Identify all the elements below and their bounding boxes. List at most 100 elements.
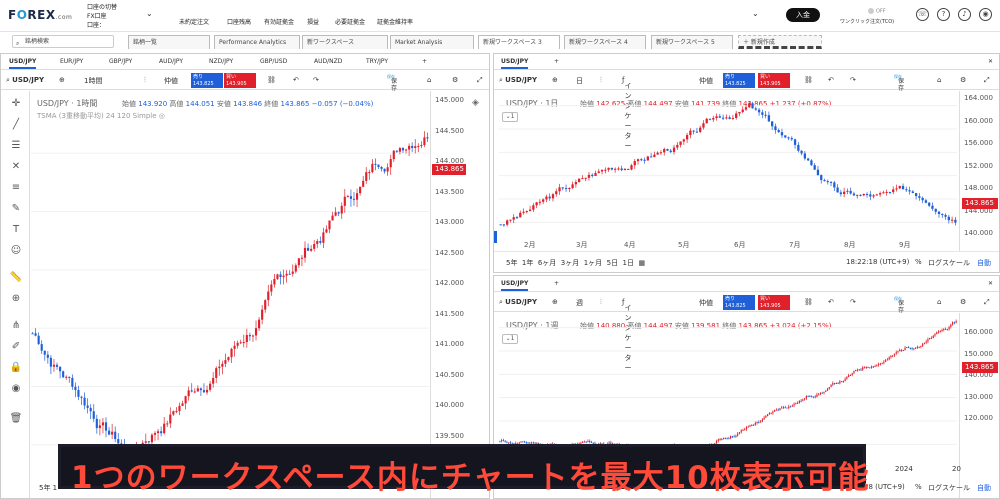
symbol-selector[interactable]: ⌕ USD/JPY <box>499 76 537 85</box>
ruler-icon[interactable]: 📏 <box>9 271 23 285</box>
link-icon[interactable]: ⛓ <box>804 76 813 84</box>
range-6m[interactable]: 6ヶ月 <box>538 259 556 267</box>
phone-icon[interactable]: ☏ <box>916 8 929 21</box>
pattern-icon[interactable]: ✕ <box>9 160 23 174</box>
log-scale-toggle[interactable]: ログスケール <box>928 258 970 268</box>
text-icon[interactable]: T <box>9 223 23 237</box>
range-1d[interactable]: 1日 <box>623 259 634 267</box>
daily-candles[interactable] <box>499 94 957 234</box>
range-1m[interactable]: 1ヶ月 <box>584 259 602 267</box>
layers-icon[interactable]: ◈ <box>472 98 479 108</box>
indicators-button[interactable]: ƒ インジケーター <box>622 76 631 150</box>
symbol-tab[interactable]: NZD/JPY <box>209 58 233 65</box>
lock-drawing-icon[interactable]: ✐ <box>9 340 23 354</box>
link-icon[interactable]: ⛓ <box>267 76 276 84</box>
camera-icon[interactable]: ⌂ <box>937 298 941 306</box>
auto-scale-toggle[interactable]: 自動 <box>977 483 991 493</box>
fib-icon[interactable]: ≡ <box>9 181 23 195</box>
parallel-lines-icon[interactable]: ☰ <box>9 139 23 153</box>
settings-icon[interactable]: ⚙ <box>960 298 966 306</box>
range-5y[interactable]: 5年 <box>506 259 517 267</box>
ws-tab-workspace-5[interactable]: 新規ワークスペース 5 <box>651 35 733 49</box>
undo-icon[interactable]: ↶ <box>828 298 834 306</box>
range-buttons[interactable]: 5年 1 <box>39 483 57 493</box>
price-type-selector[interactable]: 仲値 <box>699 298 713 308</box>
settings-icon[interactable]: ⚙ <box>452 76 458 84</box>
chart-type-icon[interactable]: ⫶ <box>600 76 602 85</box>
brush-icon[interactable]: ✎ <box>9 202 23 216</box>
trash-icon[interactable]: 🗑 <box>9 412 23 426</box>
chart-type-icon[interactable]: ⫶ <box>600 298 602 307</box>
ws-tab-new-workspace[interactable]: 新ワークスペース <box>302 35 388 49</box>
compare-icon[interactable]: ⊕ <box>59 76 65 84</box>
hourly-candles[interactable] <box>31 124 429 474</box>
range-5d[interactable]: 5日 <box>607 259 618 267</box>
eye-icon[interactable]: ◉ <box>9 382 23 396</box>
trendline-icon[interactable]: ╱ <box>9 118 23 132</box>
undo-icon[interactable]: ↶ <box>828 76 834 84</box>
chevron-down-icon[interactable]: ⌄ <box>146 9 153 18</box>
close-icon[interactable]: ✕ <box>988 58 993 65</box>
emoji-icon[interactable]: ☺ <box>9 244 23 258</box>
chart-type-icon[interactable]: ⫶ <box>144 76 146 85</box>
ws-tab-workspace-3[interactable]: 新規ワークスペース 3 <box>478 35 560 49</box>
chevron-down-icon[interactable]: ⌄ <box>752 9 759 18</box>
interval-selector[interactable]: 日 <box>576 76 583 86</box>
weekly-candles[interactable] <box>499 316 957 456</box>
sell-quote-button[interactable]: 売り 143.825 <box>723 73 755 88</box>
symbol-tab[interactable]: GBP/USD <box>260 58 287 65</box>
forex-logo[interactable]: FOREX.com <box>8 8 72 22</box>
undo-icon[interactable]: ↶ <box>293 76 299 84</box>
price-type-selector[interactable]: 仲値 <box>164 76 178 86</box>
link-icon[interactable]: ⛓ <box>804 298 813 306</box>
buy-quote-button[interactable]: 買い 143.905 <box>758 295 790 310</box>
interval-selector[interactable]: 週 <box>576 298 583 308</box>
camera-icon[interactable]: ⌂ <box>937 76 941 84</box>
eye-icon[interactable]: ◎ <box>159 112 165 120</box>
fullscreen-icon[interactable]: ⤢ <box>984 76 990 85</box>
price-type-selector[interactable]: 仲値 <box>699 76 713 86</box>
interval-selector[interactable]: 1時間 <box>84 76 102 86</box>
scroll-handle[interactable] <box>494 231 497 243</box>
new-workspace-button[interactable]: ＋ 新規作成 <box>738 35 822 49</box>
symbol-search-input[interactable]: ⌕ 銘柄検索 <box>12 35 114 48</box>
add-tab-icon[interactable]: + <box>554 58 559 65</box>
user-icon[interactable]: ◉ <box>979 8 992 21</box>
buy-quote-button[interactable]: 買い 143.905 <box>758 73 790 88</box>
percent-toggle[interactable]: % <box>915 483 922 491</box>
redo-icon[interactable]: ↷ <box>850 76 856 84</box>
symbol-selector[interactable]: ⌕ USD/JPY <box>499 298 537 307</box>
symbol-tab[interactable]: USD/JPY <box>9 58 37 69</box>
symbol-tab[interactable]: USD/JPY <box>501 58 529 69</box>
redo-icon[interactable]: ↷ <box>850 298 856 306</box>
ws-tab-workspace-4[interactable]: 新規ワークスペース 4 <box>564 35 646 49</box>
compare-icon[interactable]: ⊕ <box>552 76 558 84</box>
ws-tab-performance[interactable]: Performance Analytics <box>214 35 300 49</box>
lock-icon[interactable]: 🔒 <box>9 361 23 375</box>
zoom-icon[interactable]: ⊕ <box>9 292 23 306</box>
redo-icon[interactable]: ↷ <box>313 76 319 84</box>
buy-quote-button[interactable]: 買い 143.905 <box>224 73 256 88</box>
help-icon[interactable]: ? <box>937 8 950 21</box>
magnet-icon[interactable]: ⋔ <box>9 319 23 333</box>
symbol-tab[interactable]: TRY/JPY <box>366 58 388 65</box>
symbol-tab[interactable]: GBP/JPY <box>109 58 132 65</box>
compare-icon[interactable]: ⊕ <box>552 298 558 306</box>
symbol-tab[interactable]: AUD/JPY <box>159 58 183 65</box>
symbol-selector[interactable]: ⌕ USD/JPY <box>6 76 44 85</box>
ws-tab-symbol-list[interactable]: 銘柄一覧 <box>128 35 210 49</box>
add-tab-icon[interactable]: + <box>422 58 427 65</box>
percent-toggle[interactable]: % <box>915 258 922 266</box>
save-button[interactable]: 保存 保存 <box>894 73 904 92</box>
range-1y[interactable]: 1年 <box>522 259 533 267</box>
deposit-button[interactable]: 入金 <box>786 8 820 22</box>
crosshair-icon[interactable]: ✛ <box>9 97 23 111</box>
save-button[interactable]: 保存 保存 <box>894 295 904 314</box>
account-switcher[interactable]: 口座の切替 FX口座 口座： <box>87 3 117 30</box>
fullscreen-icon[interactable]: ⤢ <box>984 298 990 307</box>
symbol-tab[interactable]: AUD/NZD <box>314 58 342 65</box>
bell-icon[interactable]: ♪ <box>958 8 971 21</box>
save-button[interactable]: 保存 保存 <box>387 73 397 92</box>
settings-icon[interactable]: ⚙ <box>960 76 966 84</box>
oneclick-toggle[interactable]: OFF <box>868 8 886 15</box>
